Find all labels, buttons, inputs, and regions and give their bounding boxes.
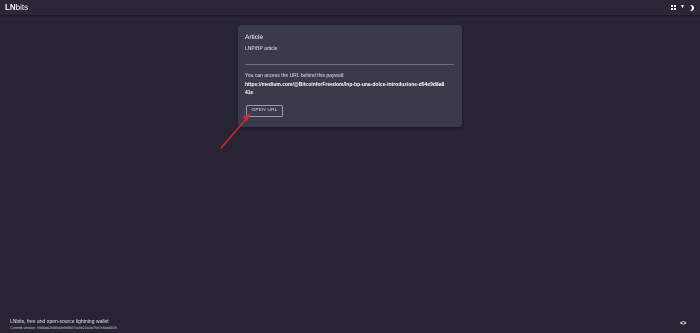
card-title: Article: [245, 34, 264, 41]
card-separator: [245, 64, 454, 65]
footer-version: Commit version: 9968a62f489d0e59f8074c96…: [10, 326, 117, 330]
page: LNbits ▼ Article LNP/BP article You can …: [0, 0, 700, 333]
paywall-card: Article LNP/BP article You can access th…: [238, 25, 462, 127]
brand-bold-text: LN: [5, 3, 16, 12]
open-url-button[interactable]: OPEN URL: [246, 105, 283, 117]
caret-down-icon[interactable]: ▼: [680, 3, 685, 12]
dark-mode-moon-icon[interactable]: [688, 5, 694, 11]
apps-grid-icon[interactable]: [671, 4, 677, 11]
brand-logo[interactable]: LNbits: [5, 2, 28, 13]
source-code-icon[interactable]: <>: [680, 321, 687, 327]
card-subtitle: LNP/BP article: [245, 46, 278, 52]
paywall-url-text: https://medium.com/@BitcoinforFreedom/ln…: [245, 82, 445, 96]
header-actions: ▼: [671, 3, 694, 12]
card-description: You can access the URL behind this paywa…: [245, 73, 345, 79]
brand-light-text: bits: [15, 3, 29, 12]
top-toolbar: LNbits ▼: [0, 0, 700, 15]
footer-tagline: LNbits, free and open-source lightning w…: [10, 319, 109, 325]
